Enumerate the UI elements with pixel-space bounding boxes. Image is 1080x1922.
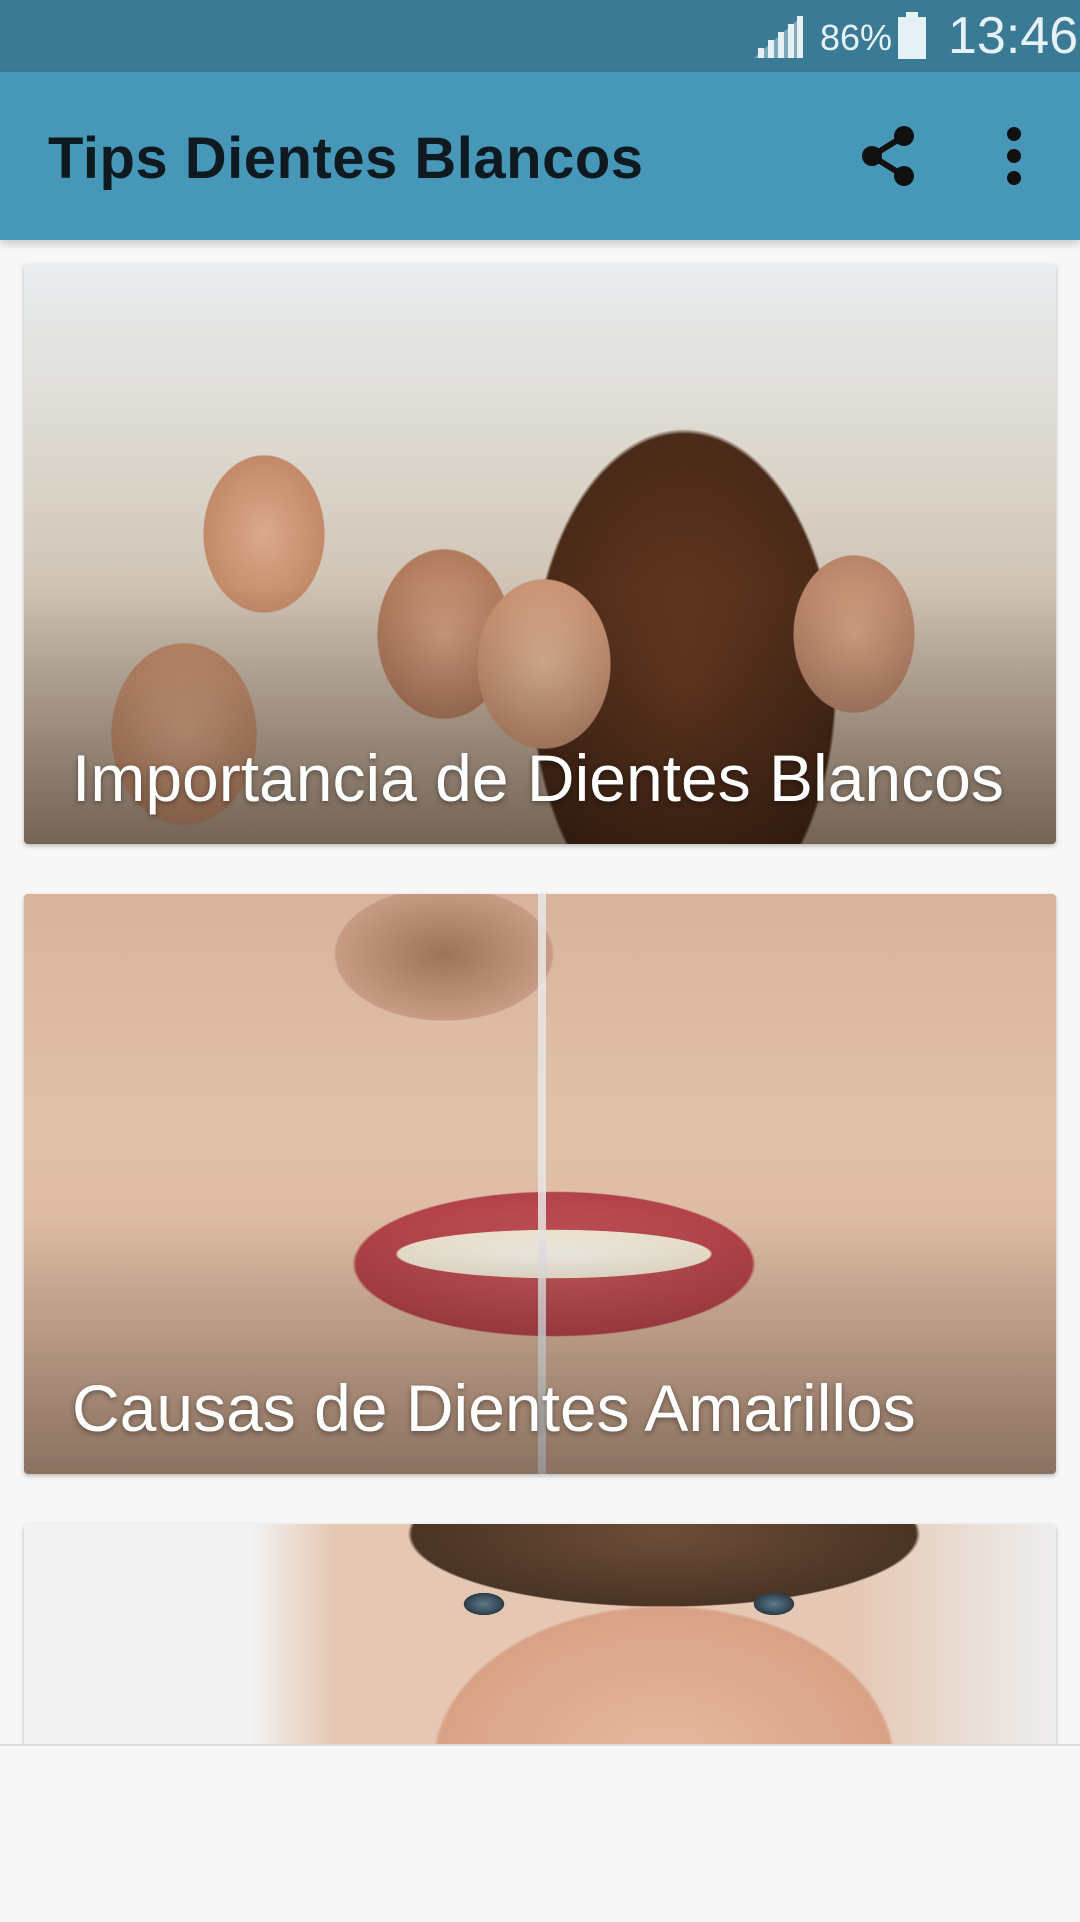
app-bar: Tips Dientes Blancos <box>0 72 1080 240</box>
tip-card-causas[interactable]: Causas de Dientes Amarillos <box>24 894 1056 1474</box>
share-icon[interactable] <box>856 124 920 188</box>
signal-icon <box>754 16 803 58</box>
tips-list[interactable]: Importancia de Dientes Blancos Causas de… <box>0 240 1080 1744</box>
more-vert-icon[interactable] <box>990 124 1038 188</box>
bottom-area <box>0 1744 1080 1922</box>
tip-card-third[interactable] <box>24 1524 1056 1744</box>
status-bar: 86% 13:46 <box>0 0 1080 72</box>
card-title: Importancia de Dientes Blancos <box>72 741 1004 815</box>
app-title: Tips Dientes Blancos <box>48 126 644 191</box>
battery-icon <box>898 12 926 59</box>
tip-card-importancia[interactable]: Importancia de Dientes Blancos <box>24 264 1056 844</box>
clock: 13:46 <box>948 7 1079 65</box>
battery-percent: 86% <box>820 17 893 58</box>
card-title: Causas de Dientes Amarillos <box>72 1371 916 1445</box>
